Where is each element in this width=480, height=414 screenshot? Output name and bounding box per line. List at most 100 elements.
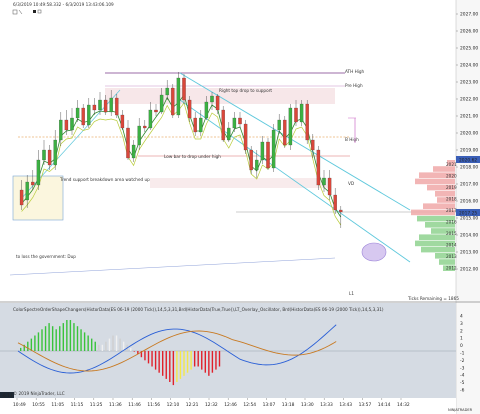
histogram-bar <box>37 332 40 351</box>
candle-body <box>232 117 237 129</box>
last-price-value: 2017.25 <box>459 211 477 217</box>
candle-body <box>120 114 125 129</box>
candle-body <box>305 103 309 141</box>
copyright-text: © 2019 NinjaTrader, LLC <box>13 391 65 396</box>
candle-body <box>288 107 293 146</box>
histogram-bar <box>55 329 57 351</box>
histogram-bar <box>179 351 182 379</box>
candle-body <box>103 99 108 113</box>
candle-body <box>227 127 231 141</box>
histogram-bar <box>183 351 185 376</box>
histogram-bar <box>204 351 206 373</box>
histogram-bar <box>211 351 214 373</box>
candle-body <box>193 117 197 133</box>
time-tick: 13:57 <box>359 402 372 408</box>
candle-body <box>137 125 141 146</box>
histogram-bar <box>186 351 189 373</box>
candle-body <box>59 119 63 141</box>
volume-label: 2020 <box>446 174 457 179</box>
candle-body <box>176 77 181 116</box>
price-tick: 2021.00 <box>460 114 478 120</box>
histogram-bar <box>144 351 146 361</box>
candle-body <box>294 107 298 123</box>
candle-body <box>283 119 287 146</box>
candle-body <box>36 159 41 186</box>
indicator-panel[interactable] <box>0 303 456 398</box>
volume-label: 2014 <box>446 243 457 248</box>
current-price-value: 2020.62 <box>459 158 477 164</box>
histogram-bar <box>76 326 79 351</box>
candle-body <box>327 177 332 196</box>
candle-body <box>25 181 29 201</box>
histogram-bar <box>112 335 114 351</box>
histogram-bar <box>190 351 192 370</box>
candle-body <box>199 117 203 133</box>
candle-body <box>143 125 147 129</box>
time-tick: 11:05 <box>51 402 64 408</box>
price-tick: 2016.00 <box>460 199 478 205</box>
time-tick: 11:15 <box>71 402 84 408</box>
indicator-tick: -1 <box>460 351 465 357</box>
candle-body <box>322 177 326 186</box>
volume-label: 2016 <box>446 220 457 225</box>
time-tick: 13:33 <box>320 402 333 408</box>
candle-body <box>316 149 321 186</box>
price-tick: 2018.00 <box>460 165 478 171</box>
candle-body <box>171 87 175 116</box>
histogram-bar <box>172 351 175 386</box>
histogram-bar <box>154 351 157 370</box>
candle-body <box>75 107 80 119</box>
histogram-bar <box>27 341 29 351</box>
histogram-bar <box>91 338 93 351</box>
l1-label: L1 <box>349 291 354 296</box>
candle-body <box>53 139 57 166</box>
histogram-bar <box>208 351 210 376</box>
histogram-bar <box>115 335 118 351</box>
price-tick: 2013.00 <box>460 250 478 256</box>
candle-body <box>92 104 97 111</box>
candle-body <box>126 127 130 159</box>
histogram-bar <box>83 332 86 351</box>
histogram-bar <box>20 347 22 351</box>
indicator-tick: 3 <box>460 321 463 327</box>
price-tick: 2014.00 <box>460 233 478 239</box>
histogram-bar <box>51 326 54 351</box>
time-tick: 13:18 <box>282 402 295 408</box>
last-price-marker: 2017.25 <box>456 209 480 217</box>
histogram-bar <box>30 338 33 351</box>
candle-body <box>260 141 265 161</box>
volume-label: 2012 <box>446 266 457 271</box>
histogram-bar <box>98 344 100 351</box>
price-tick: 2019.00 <box>460 148 478 154</box>
indicator-tick: -2 <box>460 358 465 364</box>
volume-label: 2021 <box>446 162 457 167</box>
indicator-tick: -6 <box>460 388 465 394</box>
volume-label: 2018 <box>446 197 457 202</box>
time-tick: 12:21 <box>186 402 199 408</box>
watermark-logo: NINJATRADER <box>448 408 473 412</box>
histogram-bar <box>34 335 36 351</box>
volume-label: 2017 <box>446 208 457 213</box>
price-tick: 2012.00 <box>460 267 478 273</box>
candle-body <box>187 99 192 119</box>
trend-support-label: Trend support breakdown area watched up <box>59 177 150 182</box>
histogram-bar <box>165 351 167 379</box>
chart-window[interactable]: 6/3/2019 10:49:58.332 - 6/3/2019 13:43:0… <box>0 0 480 414</box>
candle-body <box>159 94 164 113</box>
candle-body <box>47 149 52 166</box>
histogram-bar <box>66 320 68 351</box>
histogram-bar <box>94 341 96 351</box>
histogram-bar <box>151 351 153 367</box>
candle-body <box>243 123 248 151</box>
time-tick: 12:46 <box>224 402 237 408</box>
candle-body <box>221 109 225 141</box>
histogram-bar <box>73 323 75 351</box>
volume-bar <box>421 246 455 253</box>
price-tick: 2017.00 <box>460 182 478 188</box>
histogram-bar <box>176 351 178 382</box>
bottom-note-label: to loss the government: Dup <box>16 254 76 259</box>
price-tick: 2020.00 <box>460 131 478 137</box>
candle-body <box>238 117 242 125</box>
ath-label: ATH High <box>345 69 365 74</box>
histogram-bar <box>215 351 217 370</box>
